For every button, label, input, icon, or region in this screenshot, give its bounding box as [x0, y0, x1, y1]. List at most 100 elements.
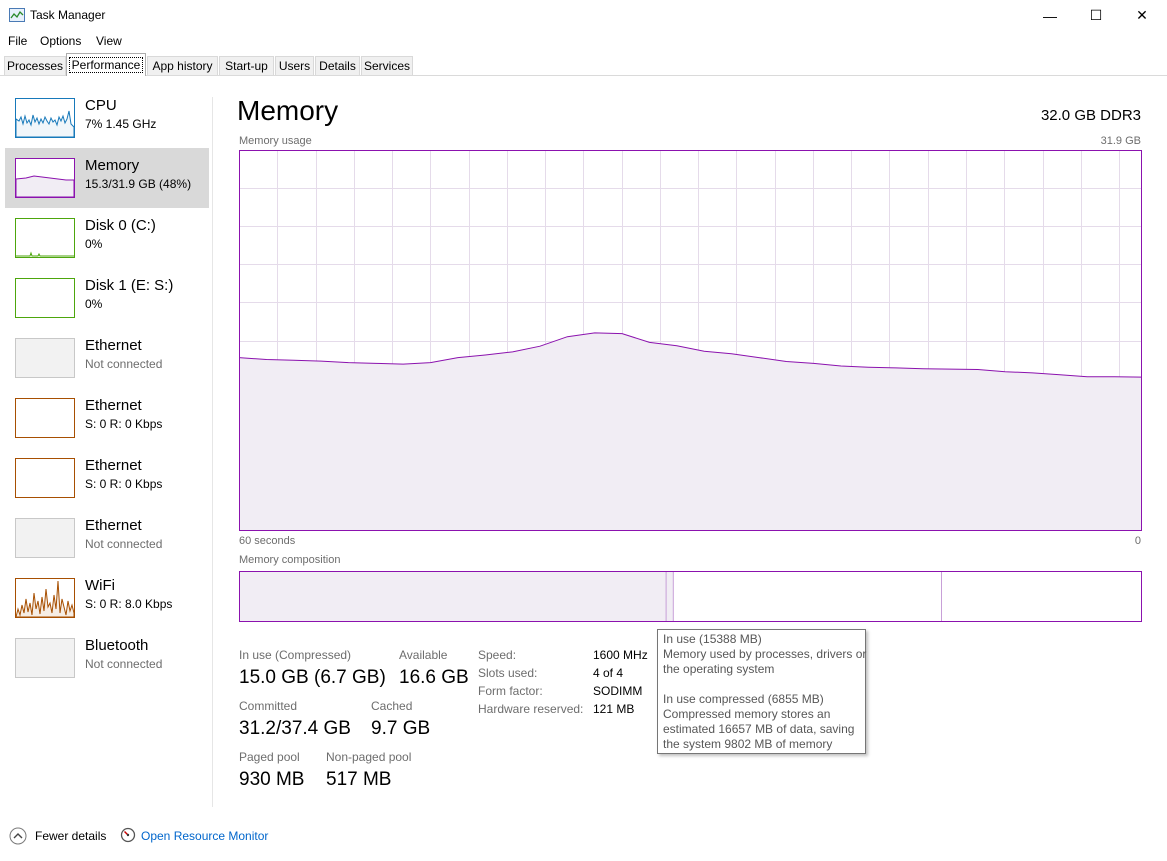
window-title: Task Manager	[30, 8, 106, 22]
menu-view[interactable]: View	[96, 34, 122, 48]
tab-processes[interactable]: Processes	[4, 56, 66, 75]
slots-used-label: Slots used:	[478, 666, 538, 680]
ethernet-thumbnail-graph	[15, 338, 75, 378]
slots-used-value: 4 of 4	[593, 666, 624, 680]
tooltip-line: Memory used by processes, drivers or	[663, 647, 867, 661]
tooltip-line: the system 9802 MB of memory	[663, 737, 833, 751]
cpu-thumbnail-graph	[15, 98, 75, 138]
speed-value: 1600 MHz	[593, 648, 648, 662]
open-resource-monitor-link[interactable]: Open Resource Monitor	[141, 829, 268, 843]
tab-details[interactable]: Details	[315, 56, 360, 75]
tab-label: Start-up	[225, 59, 268, 73]
sidebar-item-title: Disk 1 (E: S:)	[85, 277, 174, 294]
sidebar-item-subtitle: 0%	[85, 297, 103, 311]
cached-label: Cached	[371, 699, 413, 713]
ethernet-thumbnail-graph	[15, 458, 75, 498]
speed-label: Speed:	[478, 648, 517, 662]
page-title: Memory	[237, 95, 339, 126]
sidebar-item-subtitle: Not connected	[85, 537, 163, 551]
close-button[interactable]: ✕	[1119, 0, 1165, 31]
tab-label: Performance	[68, 57, 144, 73]
sidebar-item-subtitle: 0%	[85, 237, 103, 251]
collapse-chevron-icon[interactable]	[9, 827, 27, 845]
memory-composition-bar	[239, 571, 1142, 622]
available-value: 16.6 GB	[399, 667, 469, 688]
sidebar-item-title: Ethernet	[85, 517, 142, 534]
memory-usage-graph	[239, 150, 1142, 531]
memory-composition-caption: Memory composition	[239, 554, 341, 566]
available-label: Available	[399, 648, 448, 662]
sidebar-item-bluetooth[interactable]: Bluetooth Not connected	[5, 628, 209, 688]
sidebar-item-title: Memory	[85, 157, 140, 174]
sidebar-item-subtitle: Not connected	[85, 357, 163, 371]
footer: Fewer details Open Resource Monitor	[0, 822, 1167, 852]
sidebar-item-memory[interactable]: Memory 15.3/31.9 GB (48%)	[5, 148, 209, 208]
sidebar-item-title: Ethernet	[85, 457, 142, 474]
tab-users[interactable]: Users	[275, 56, 314, 75]
wifi-thumbnail-graph	[15, 578, 75, 618]
tab-label: Details	[319, 59, 356, 73]
resource-sidebar: CPU 7% 1.45 GHz Memory 15.3/31.9 GB (48%…	[0, 76, 212, 806]
ethernet-thumbnail-graph	[15, 518, 75, 558]
sidebar-item-ethernet-2[interactable]: Ethernet S: 0 R: 0 Kbps	[5, 388, 209, 448]
sidebar-item-subtitle: 15.3/31.9 GB (48%)	[85, 177, 192, 191]
cached-value: 9.7 GB	[371, 718, 431, 739]
tab-bar: Processes Performance App history Start-…	[0, 51, 1167, 76]
sidebar-item-subtitle: S: 0 R: 8.0 Kbps	[85, 597, 173, 611]
tab-label: Services	[363, 59, 410, 73]
non-paged-pool-label: Non-paged pool	[326, 750, 412, 764]
composition-in-use	[239, 571, 667, 622]
sidebar-divider	[212, 97, 213, 807]
tab-app-history[interactable]: App history	[147, 56, 218, 75]
fewer-details-link[interactable]: Fewer details	[35, 829, 106, 843]
title-bar: Task Manager — ☐ ✕	[0, 0, 1167, 31]
sidebar-item-title: WiFi	[85, 577, 115, 594]
paged-pool-label: Paged pool	[239, 750, 300, 764]
menu-options[interactable]: Options	[40, 34, 81, 48]
memory-spec: 32.0 GB DDR3	[1040, 107, 1141, 124]
tooltip-line: the operating system	[663, 662, 775, 676]
sidebar-item-disk-1[interactable]: Disk 1 (E: S:) 0%	[5, 268, 209, 328]
sidebar-item-disk-0[interactable]: Disk 0 (C:) 0%	[5, 208, 209, 268]
form-factor-value: SODIMM	[593, 684, 643, 698]
menu-bar: File Options View	[0, 31, 1167, 51]
sidebar-item-ethernet-3[interactable]: Ethernet S: 0 R: 0 Kbps	[5, 448, 209, 508]
hardware-reserved-value: 121 MB	[593, 702, 635, 716]
tooltip-line: In use (15388 MB)	[663, 632, 762, 646]
paged-pool-value: 930 MB	[239, 769, 305, 790]
tooltip-line: In use compressed (6855 MB)	[663, 692, 824, 706]
task-manager-icon	[9, 8, 25, 22]
close-icon: ✕	[1136, 7, 1148, 23]
tab-performance[interactable]: Performance	[66, 53, 146, 76]
sidebar-item-title: Bluetooth	[85, 637, 149, 654]
sidebar-item-ethernet-4[interactable]: Ethernet Not connected	[5, 508, 209, 568]
minimize-button[interactable]: —	[1027, 0, 1073, 31]
ethernet-thumbnail-graph	[15, 398, 75, 438]
disk0-thumbnail-graph	[15, 218, 75, 258]
tab-services[interactable]: Services	[361, 56, 413, 75]
sidebar-item-wifi[interactable]: WiFi S: 0 R: 8.0 Kbps	[5, 568, 209, 628]
committed-label: Committed	[239, 699, 298, 713]
memory-usage-caption: Memory usage	[239, 135, 312, 147]
minimize-icon: —	[1043, 7, 1057, 24]
tab-label: Processes	[6, 59, 64, 73]
in-use-value: 15.0 GB (6.7 GB)	[239, 667, 386, 688]
sidebar-item-subtitle: Not connected	[85, 657, 163, 671]
maximize-button[interactable]: ☐	[1073, 0, 1119, 31]
tab-start-up[interactable]: Start-up	[219, 56, 274, 75]
hardware-reserved-label: Hardware reserved:	[478, 702, 584, 716]
menu-file[interactable]: File	[8, 34, 27, 48]
sidebar-item-title: Ethernet	[85, 397, 142, 414]
sidebar-item-subtitle: S: 0 R: 0 Kbps	[85, 417, 163, 431]
sidebar-item-title: CPU	[85, 97, 117, 114]
disk1-thumbnail-graph	[15, 278, 75, 318]
sidebar-item-ethernet-1[interactable]: Ethernet Not connected	[5, 328, 209, 388]
bluetooth-thumbnail-graph	[15, 638, 75, 678]
memory-usage-max: 31.9 GB	[1100, 135, 1141, 147]
sidebar-item-cpu[interactable]: CPU 7% 1.45 GHz	[5, 88, 209, 148]
sidebar-item-subtitle: 7% 1.45 GHz	[85, 117, 157, 131]
time-axis-end: 0	[1134, 535, 1141, 547]
composition-tooltip: In use (15388 MB) Memory used by process…	[657, 629, 866, 754]
maximize-icon: ☐	[1089, 7, 1103, 23]
sidebar-item-title: Ethernet	[85, 337, 142, 354]
